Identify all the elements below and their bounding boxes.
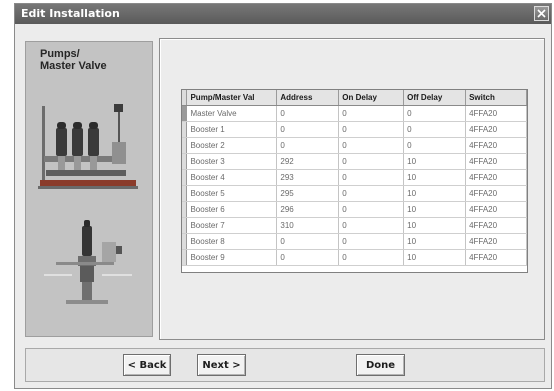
cell-off-delay[interactable]: 0: [403, 105, 467, 122]
cell-switch[interactable]: 4FFA20: [465, 137, 527, 154]
cell-on-delay[interactable]: 0: [338, 233, 405, 250]
cell-switch[interactable]: 4FFA20: [465, 233, 527, 250]
cell-on-delay[interactable]: 0: [338, 153, 405, 170]
cell-address[interactable]: 293: [276, 169, 340, 186]
cell-name[interactable]: Booster 3: [186, 153, 278, 170]
cell-name[interactable]: Booster 9: [186, 249, 278, 266]
cell-name[interactable]: Booster 1: [186, 121, 278, 138]
cell-off-delay[interactable]: 10: [403, 217, 467, 234]
cell-name[interactable]: Booster 8: [186, 233, 278, 250]
column-header-pump[interactable]: Pump/Master Val: [186, 90, 278, 106]
next-button[interactable]: Next >: [197, 354, 246, 376]
cell-off-delay[interactable]: 10: [403, 153, 467, 170]
table-row[interactable]: Booster 4 293 0 10 4FFA20: [182, 169, 527, 186]
table-row[interactable]: Booster 2 0 0 0 4FFA20: [182, 137, 527, 154]
cell-switch[interactable]: 4FFA20: [465, 153, 527, 170]
close-icon: [537, 9, 546, 18]
cell-address[interactable]: 292: [276, 153, 340, 170]
table-row[interactable]: Master Valve 0 0 0 4FFA20: [182, 105, 527, 122]
table-row[interactable]: Booster 8 0 0 10 4FFA20: [182, 233, 527, 250]
cell-switch[interactable]: 4FFA20: [465, 249, 527, 266]
cell-address[interactable]: 296: [276, 201, 340, 218]
cell-address[interactable]: 0: [276, 105, 340, 122]
cell-on-delay[interactable]: 0: [338, 217, 405, 234]
cell-on-delay[interactable]: 0: [338, 185, 405, 202]
table-row[interactable]: Booster 3 292 0 10 4FFA20: [182, 153, 527, 170]
cell-on-delay[interactable]: 0: [338, 249, 405, 266]
cell-address[interactable]: 310: [276, 217, 340, 234]
cell-off-delay[interactable]: 10: [403, 249, 467, 266]
window-title: Edit Installation: [21, 7, 120, 20]
column-header-off-delay[interactable]: Off Delay: [403, 90, 467, 106]
cell-on-delay[interactable]: 0: [338, 201, 405, 218]
cell-off-delay[interactable]: 0: [403, 137, 467, 154]
back-button[interactable]: < Back: [123, 354, 171, 376]
pumps-illustration-panel: Pumps/ Master Valve: [25, 41, 153, 337]
table-row[interactable]: Booster 6 296 0 10 4FFA20: [182, 201, 527, 218]
cell-switch[interactable]: 4FFA20: [465, 217, 527, 234]
table-row[interactable]: Booster 1 0 0 0 4FFA20: [182, 121, 527, 138]
pumps-table-grid: Pump/Master Val Address On Delay Off Del…: [182, 90, 527, 266]
cell-name[interactable]: Booster 4: [186, 169, 278, 186]
cell-off-delay[interactable]: 10: [403, 185, 467, 202]
cell-off-delay[interactable]: 0: [403, 121, 467, 138]
edit-installation-dialog: Edit Installation Pumps/ Master Valve Pu…: [14, 3, 552, 389]
button-bar: < Back Next > Done: [25, 348, 545, 382]
cell-switch[interactable]: 4FFA20: [465, 201, 527, 218]
pumps-table[interactable]: Pump/Master Val Address On Delay Off Del…: [181, 89, 528, 273]
cell-address[interactable]: 0: [276, 137, 340, 154]
column-header-on-delay[interactable]: On Delay: [338, 90, 405, 106]
table-row[interactable]: Booster 5 295 0 10 4FFA20: [182, 185, 527, 202]
cell-switch[interactable]: 4FFA20: [465, 185, 527, 202]
cell-address[interactable]: 0: [276, 249, 340, 266]
done-button[interactable]: Done: [356, 354, 405, 376]
column-header-address[interactable]: Address: [276, 90, 340, 106]
content-panel: Pump/Master Val Address On Delay Off Del…: [159, 38, 545, 340]
pump-illustration: [38, 104, 138, 304]
cell-name[interactable]: Booster 5: [186, 185, 278, 202]
column-header-switch[interactable]: Switch: [465, 90, 527, 106]
close-button[interactable]: [534, 6, 549, 21]
table-row[interactable]: Booster 7 310 0 10 4FFA20: [182, 217, 527, 234]
cell-name[interactable]: Master Valve: [186, 105, 278, 122]
cell-address[interactable]: 0: [276, 121, 340, 138]
cell-on-delay[interactable]: 0: [338, 105, 405, 122]
cell-off-delay[interactable]: 10: [403, 233, 467, 250]
table-header-row: Pump/Master Val Address On Delay Off Del…: [182, 90, 527, 106]
cell-name[interactable]: Booster 6: [186, 201, 278, 218]
cell-switch[interactable]: 4FFA20: [465, 121, 527, 138]
cell-switch[interactable]: 4FFA20: [465, 169, 527, 186]
cell-name[interactable]: Booster 7: [186, 217, 278, 234]
cell-on-delay[interactable]: 0: [338, 137, 405, 154]
cell-on-delay[interactable]: 0: [338, 169, 405, 186]
cell-switch[interactable]: 4FFA20: [465, 105, 527, 122]
cell-address[interactable]: 295: [276, 185, 340, 202]
cell-off-delay[interactable]: 10: [403, 201, 467, 218]
cell-off-delay[interactable]: 10: [403, 169, 467, 186]
cell-on-delay[interactable]: 0: [338, 121, 405, 138]
cell-name[interactable]: Booster 2: [186, 137, 278, 154]
cell-address[interactable]: 0: [276, 233, 340, 250]
title-bar[interactable]: Edit Installation: [15, 4, 551, 24]
table-row[interactable]: Booster 9 0 0 10 4FFA20: [182, 249, 527, 266]
